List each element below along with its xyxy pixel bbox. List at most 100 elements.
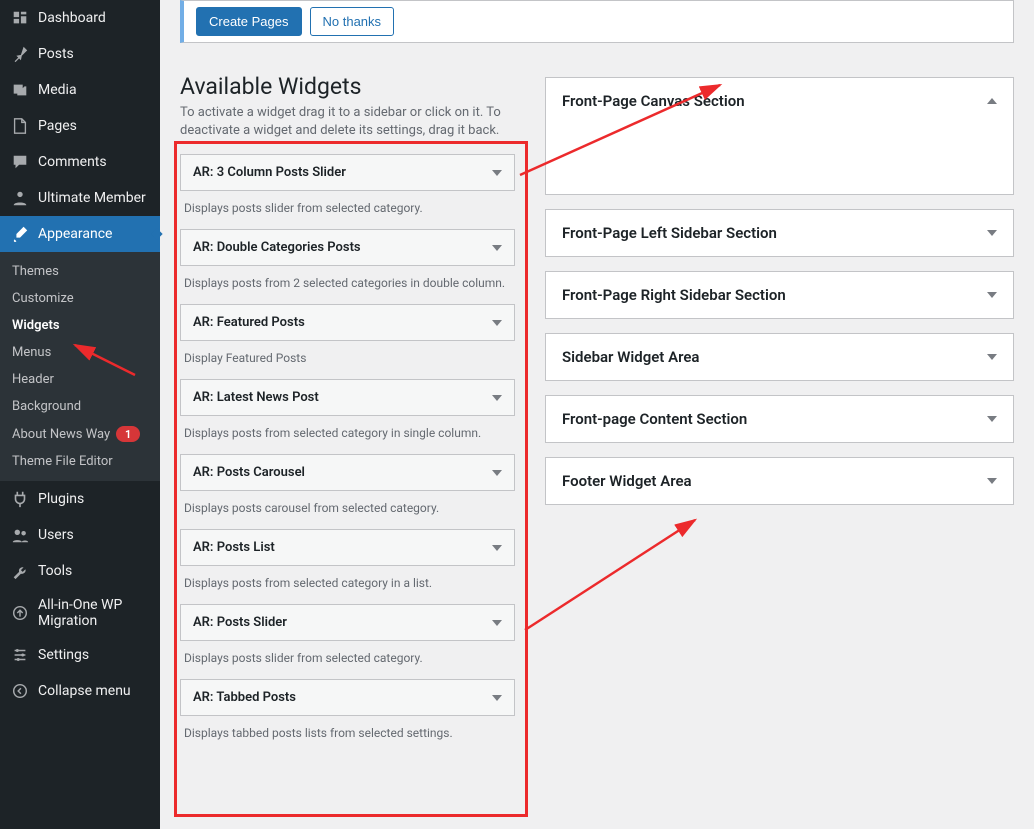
- users-icon: [10, 525, 30, 545]
- widget-description: Display Featured Posts: [180, 351, 515, 365]
- widget-area-header[interactable]: Footer Widget Area: [546, 458, 1013, 504]
- menu-item-ultimate-member[interactable]: Ultimate Member: [0, 180, 160, 216]
- available-widget[interactable]: AR: Posts Slider: [180, 604, 515, 641]
- widget-header[interactable]: AR: Tabbed Posts: [181, 680, 514, 715]
- submenu-item-background[interactable]: Background: [0, 393, 160, 420]
- submenu-item-header[interactable]: Header: [0, 366, 160, 393]
- widget-title: AR: Double Categories Posts: [193, 240, 361, 255]
- menu-label: Collapse menu: [38, 683, 150, 699]
- widget-header[interactable]: AR: Posts List: [181, 530, 514, 565]
- widget-area: Sidebar Widget Area: [545, 333, 1014, 381]
- create-pages-button[interactable]: Create Pages: [196, 7, 302, 36]
- submenu-item-widgets[interactable]: Widgets: [0, 312, 160, 339]
- menu-label: Comments: [38, 154, 150, 170]
- widget-title: AR: Posts List: [193, 540, 275, 555]
- submenu-item-about-news-way[interactable]: About News Way1: [0, 420, 160, 448]
- dashboard-icon: [10, 8, 30, 28]
- chevron-down-icon: [492, 470, 502, 476]
- submenu-label: Background: [12, 399, 81, 414]
- widget-area-dropzone[interactable]: [546, 124, 1013, 194]
- widget-header[interactable]: AR: Posts Slider: [181, 605, 514, 640]
- available-widget[interactable]: AR: Posts List: [180, 529, 515, 566]
- chevron-down-icon: [492, 395, 502, 401]
- menu-item-tools[interactable]: Tools: [0, 553, 160, 589]
- available-widgets-heading: Available Widgets: [180, 73, 515, 100]
- menu-label: Ultimate Member: [38, 190, 150, 206]
- submenu-item-themes[interactable]: Themes: [0, 258, 160, 285]
- chevron-down-icon: [492, 245, 502, 251]
- menu-label: Dashboard: [38, 10, 150, 26]
- media-icon: [10, 80, 30, 100]
- available-widgets-desc: To activate a widget drag it to a sideba…: [180, 104, 515, 140]
- no-thanks-button[interactable]: No thanks: [310, 7, 395, 36]
- available-widget[interactable]: AR: Posts Carousel: [180, 454, 515, 491]
- widget-description: Displays posts slider from selected cate…: [180, 651, 515, 665]
- submenu-item-customize[interactable]: Customize: [0, 285, 160, 312]
- menu-item-media[interactable]: Media: [0, 72, 160, 108]
- available-widgets-column: Available Widgets To activate a widget d…: [180, 63, 515, 754]
- menu-item-dashboard[interactable]: Dashboard: [0, 0, 160, 36]
- available-widget[interactable]: AR: Double Categories Posts: [180, 229, 515, 266]
- menu-item-pages[interactable]: Pages: [0, 108, 160, 144]
- widget-description: Displays posts carousel from selected ca…: [180, 501, 515, 515]
- chevron-down-icon: [987, 416, 997, 422]
- collapse-icon: [10, 681, 30, 701]
- menu-label: Appearance: [38, 226, 150, 242]
- menu-label: Tools: [38, 563, 150, 579]
- menu-item-all-in-one-wp-migration[interactable]: All-in-One WP Migration: [0, 589, 160, 637]
- chevron-up-icon: [987, 98, 997, 104]
- submenu-item-theme-file-editor[interactable]: Theme File Editor: [0, 448, 160, 475]
- menu-label: Posts: [38, 46, 150, 62]
- chevron-down-icon: [492, 320, 502, 326]
- widget-description: Displays posts from selected category in…: [180, 426, 515, 440]
- submenu-item-menus[interactable]: Menus: [0, 339, 160, 366]
- menu-label: Users: [38, 527, 150, 543]
- chevron-down-icon: [987, 230, 997, 236]
- available-widget[interactable]: AR: 3 Column Posts Slider: [180, 154, 515, 191]
- menu-item-appearance[interactable]: Appearance: [0, 216, 160, 252]
- widget-header[interactable]: AR: Latest News Post: [181, 380, 514, 415]
- submenu-label: Themes: [12, 264, 59, 279]
- plugin-icon: [10, 489, 30, 509]
- menu-item-users[interactable]: Users: [0, 517, 160, 553]
- menu-item-comments[interactable]: Comments: [0, 144, 160, 180]
- widget-header[interactable]: AR: Featured Posts: [181, 305, 514, 340]
- chevron-down-icon: [987, 292, 997, 298]
- widget-description: Displays posts slider from selected cate…: [180, 201, 515, 215]
- widget-area: Front-page Content Section: [545, 395, 1014, 443]
- menu-item-collapse-menu[interactable]: Collapse menu: [0, 673, 160, 709]
- widget-title: AR: Posts Slider: [193, 615, 287, 630]
- available-widget[interactable]: AR: Latest News Post: [180, 379, 515, 416]
- widget-header[interactable]: AR: Double Categories Posts: [181, 230, 514, 265]
- menu-item-plugins[interactable]: Plugins: [0, 481, 160, 517]
- submenu-label: Customize: [12, 291, 74, 306]
- page-icon: [10, 116, 30, 136]
- content-area: Create Pages No thanks Available Widgets…: [160, 0, 1034, 829]
- widget-area-header[interactable]: Front-Page Canvas Section: [546, 78, 1013, 124]
- appearance-submenu: Themes Customize Widgets Menus Header Backgro…: [0, 252, 160, 481]
- widget-area: Front-Page Right Sidebar Section: [545, 271, 1014, 319]
- submenu-label: Menus: [12, 345, 51, 360]
- widget-area-header[interactable]: Front-Page Left Sidebar Section: [546, 210, 1013, 256]
- widget-area-title: Front-Page Left Sidebar Section: [562, 224, 777, 242]
- admin-sidebar: Dashboard Posts MediaPages Comments Ultimate…: [0, 0, 160, 829]
- chevron-down-icon: [987, 354, 997, 360]
- widget-title: AR: Posts Carousel: [193, 465, 305, 480]
- widget-description: Displays posts from 2 selected categorie…: [180, 276, 515, 290]
- widget-area-header[interactable]: Front-Page Right Sidebar Section: [546, 272, 1013, 318]
- widget-header[interactable]: AR: Posts Carousel: [181, 455, 514, 490]
- widget-header[interactable]: AR: 3 Column Posts Slider: [181, 155, 514, 190]
- widget-area-header[interactable]: Sidebar Widget Area: [546, 334, 1013, 380]
- widget-title: AR: Featured Posts: [193, 315, 305, 330]
- widget-description: Displays tabbed posts lists from selecte…: [180, 726, 515, 740]
- notice-banner: Create Pages No thanks: [180, 0, 1014, 43]
- widget-area: Front-Page Canvas Section: [545, 77, 1014, 195]
- available-widget[interactable]: AR: Featured Posts: [180, 304, 515, 341]
- widget-area-header[interactable]: Front-page Content Section: [546, 396, 1013, 442]
- user-icon: [10, 188, 30, 208]
- menu-item-settings[interactable]: Settings: [0, 637, 160, 673]
- submenu-label: Widgets: [12, 318, 60, 333]
- available-widget[interactable]: AR: Tabbed Posts: [180, 679, 515, 716]
- menu-item-posts[interactable]: Posts: [0, 36, 160, 72]
- submenu-label: Theme File Editor: [12, 454, 113, 469]
